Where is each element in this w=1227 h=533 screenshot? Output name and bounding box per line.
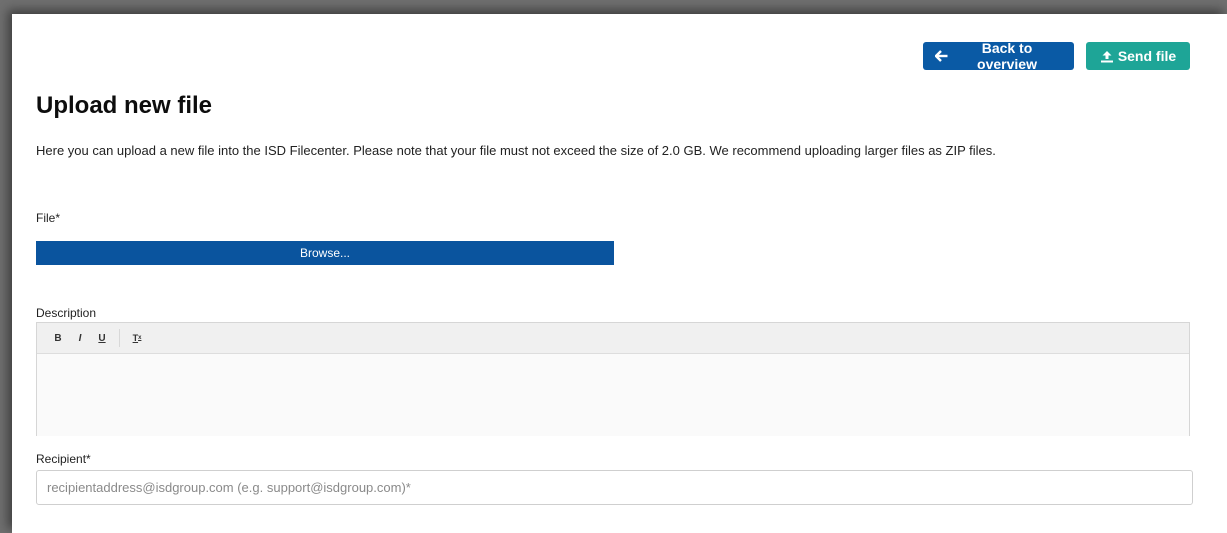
underline-button[interactable]: U bbox=[91, 328, 113, 348]
bold-button[interactable]: B bbox=[47, 328, 69, 348]
description-editor: B I U Tx bbox=[36, 322, 1190, 436]
toolbar-divider bbox=[119, 329, 120, 347]
back-to-overview-label: Back to overview bbox=[977, 40, 1037, 72]
top-actions: Back to overview Send file bbox=[923, 40, 1190, 72]
file-label: File* bbox=[36, 211, 61, 225]
clear-format-subscript: x bbox=[138, 335, 142, 341]
browse-button[interactable]: Browse... bbox=[36, 241, 614, 265]
recipient-label: Recipient* bbox=[36, 452, 91, 466]
editor-toolbar: B I U Tx bbox=[37, 323, 1189, 354]
send-file-button[interactable]: Send file bbox=[1086, 42, 1190, 70]
intro-text: Here you can upload a new file into the … bbox=[36, 143, 996, 158]
upload-icon bbox=[1100, 50, 1114, 63]
back-to-overview-button[interactable]: Back to overview bbox=[923, 40, 1074, 72]
italic-button[interactable]: I bbox=[69, 328, 91, 348]
content-panel: Back to overview Send file Upload new fi… bbox=[12, 14, 1227, 533]
page-title: Upload new file bbox=[36, 92, 213, 119]
recipient-input[interactable] bbox=[36, 470, 1193, 505]
send-file-label: Send file bbox=[1117, 48, 1177, 64]
clear-format-button[interactable]: Tx bbox=[126, 328, 148, 348]
description-text-area[interactable] bbox=[37, 354, 1189, 436]
description-label: Description bbox=[36, 306, 97, 320]
arrow-left-icon bbox=[935, 50, 948, 62]
